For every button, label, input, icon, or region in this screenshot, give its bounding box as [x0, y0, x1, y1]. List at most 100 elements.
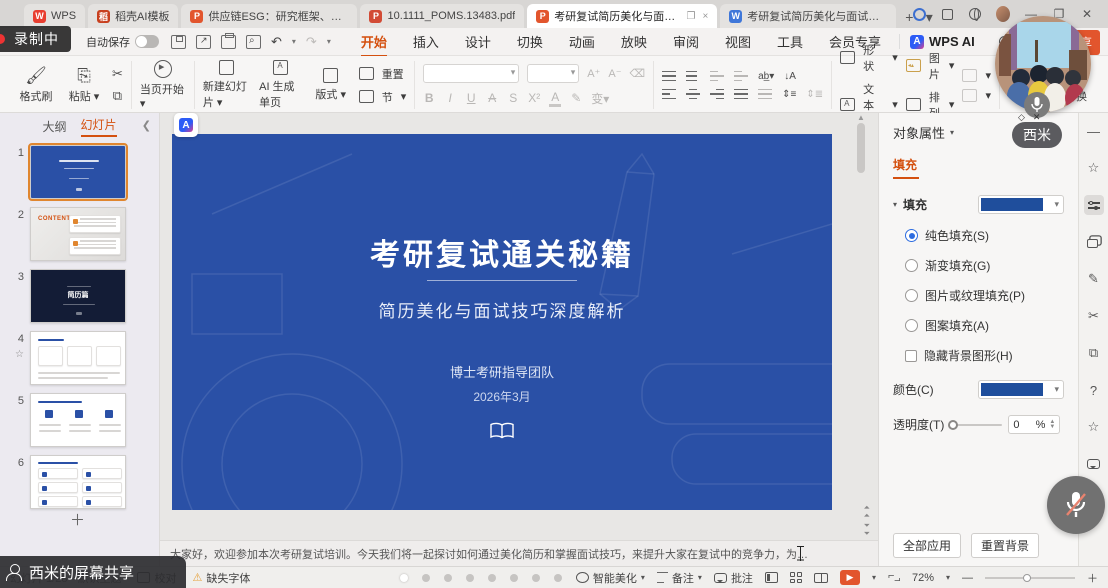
section-collapse-icon[interactable]: ▾ — [893, 200, 897, 209]
font-name-combo[interactable] — [423, 64, 519, 83]
mute-microphone-button[interactable] — [1047, 476, 1105, 534]
slide-sorter-icon[interactable] — [790, 572, 802, 583]
slide-date[interactable]: 2026年3月 — [172, 388, 832, 405]
zoom-knob[interactable] — [1023, 574, 1031, 582]
slide-thumbnail-4[interactable]: 4☆ — [6, 331, 151, 385]
reading-view-icon[interactable] — [814, 573, 828, 583]
smart-beautify-button[interactable]: 智能美化▾ — [576, 570, 645, 586]
scrollbar-thumb[interactable] — [857, 123, 865, 173]
reset-background-button[interactable]: 重置背景 — [971, 533, 1039, 558]
fullscreen-icon[interactable] — [888, 572, 900, 584]
zoom-slider[interactable] — [985, 577, 1075, 579]
tab-esg-ppt[interactable]: P 供应链ESG：研究框架、挑战与未来 — [181, 4, 357, 28]
wps-ai-button[interactable]: A WPS AI — [899, 34, 985, 49]
fill-tab[interactable]: 填充 — [893, 156, 919, 179]
vertical-text-icon[interactable]: ↓A — [784, 71, 796, 82]
menu-tools[interactable]: 工具 — [765, 28, 815, 55]
menu-design[interactable]: 设计 — [453, 28, 503, 55]
font-color-button[interactable]: A — [549, 90, 561, 107]
slide-subtitle[interactable]: 简历美化与面试技巧深度解析 — [172, 297, 832, 322]
distribute-icon[interactable] — [758, 89, 772, 100]
solid-fill-option[interactable]: 纯色填充(S) — [905, 227, 1078, 244]
tab-poms-pdf[interactable]: P 10.1111_POMS.13483.pdf — [360, 4, 524, 28]
star-icon[interactable]: ☆ — [1084, 158, 1104, 178]
redo-icon[interactable]: ↷ — [306, 34, 317, 50]
tab-word-doc[interactable]: W 考研复试简历美化与面试技巧培训 — [720, 4, 896, 28]
menu-view[interactable]: 视图 — [713, 28, 763, 55]
decrease-indent-icon[interactable] — [710, 71, 724, 82]
increase-font-icon[interactable]: A⁺ — [587, 67, 600, 80]
vertical-scrollbar[interactable]: ▲ — [856, 115, 866, 515]
pattern-fill-option[interactable]: 图案填充(A) — [905, 317, 1078, 334]
undo-dropdown[interactable]: ▾ — [292, 37, 296, 46]
gradient-fill-option[interactable]: 渐变填充(G) — [905, 257, 1078, 274]
increase-indent-icon[interactable] — [734, 71, 748, 82]
favorite-star-icon[interactable]: ☆ — [6, 349, 24, 360]
missing-font-warning[interactable]: ⚠ 缺失字体 — [192, 570, 250, 586]
toolbar-more-dropdown[interactable]: ▾ — [327, 37, 331, 46]
slide-thumbnail-6[interactable]: 6 — [6, 455, 151, 509]
next-slide-button[interactable]: ⏷⏷ — [864, 522, 870, 538]
font-size-combo[interactable] — [527, 64, 579, 83]
menu-slideshow[interactable]: 放映 — [609, 28, 659, 55]
undo-icon[interactable]: ↶ — [271, 34, 282, 50]
picture-button[interactable]: 图片 ▾ — [906, 50, 955, 82]
zoom-in-button[interactable]: ＋ — [1087, 570, 1098, 586]
tab-docer-templates[interactable]: 稻 稻壳AI模板 — [88, 4, 178, 28]
autosave-toggle[interactable] — [135, 35, 159, 48]
italic-button[interactable]: I — [444, 91, 456, 105]
slide-thumbnail-2[interactable]: 2 CONTENTS — [6, 207, 151, 261]
thumbnail-image-5[interactable] — [30, 393, 126, 447]
feedback-star-icon[interactable]: ☆ — [1084, 417, 1104, 437]
ai-generate-page-button[interactable]: AI 生成单页 — [259, 60, 303, 110]
layout-pane-icon[interactable]: ⧉ — [1084, 343, 1104, 363]
comment-icon[interactable] — [1084, 454, 1104, 474]
paste-button[interactable]: ⎘ 粘贴 ▾ — [64, 67, 104, 104]
notes-button[interactable]: 备注▾ — [657, 570, 702, 586]
print-icon[interactable] — [221, 35, 236, 49]
outline-tab[interactable]: 大纲 — [42, 118, 66, 135]
menu-home[interactable]: 开始 — [349, 28, 399, 55]
workspace-icon[interactable] — [940, 7, 954, 21]
menu-insert[interactable]: 插入 — [401, 28, 451, 55]
thumbnail-image-6[interactable] — [30, 455, 126, 509]
zoom-level[interactable]: 72% — [912, 572, 934, 584]
bullet-list-icon[interactable] — [662, 71, 676, 82]
menu-transition[interactable]: 切换 — [505, 28, 555, 55]
collapse-panel-icon[interactable]: — — [1084, 121, 1104, 141]
align-right-icon[interactable] — [710, 89, 724, 100]
tab-wps-home[interactable]: W WPS — [24, 4, 85, 28]
transparency-slider[interactable] — [950, 424, 1002, 426]
section-button[interactable]: 节 ▾ — [359, 89, 407, 105]
slides-tab[interactable]: 幻灯片 — [81, 116, 117, 137]
add-slide-button[interactable]: ＋ — [70, 509, 85, 530]
slide-thumbnail-1[interactable]: 1 — [6, 145, 151, 199]
shape-button[interactable]: 形状 ▾ — [840, 42, 898, 74]
layout-button[interactable]: 版式 ▾ — [311, 68, 351, 102]
tab-close-icon[interactable]: × — [702, 11, 708, 22]
help-icon[interactable]: ? — [1084, 380, 1104, 400]
current-slide[interactable]: 考研复试通关秘籍 简历美化与面试技巧深度解析 博士考研指导团队 2026年3月 — [172, 134, 832, 510]
menu-review[interactable]: 审阅 — [661, 28, 711, 55]
spinner-arrows[interactable]: ▲▼ — [1049, 420, 1055, 430]
scroll-up-icon[interactable]: ▲ — [857, 113, 865, 122]
slideshow-play-button[interactable]: ▶ — [840, 570, 860, 585]
align-left-icon[interactable] — [662, 89, 676, 100]
bold-button[interactable]: B — [423, 91, 435, 105]
wps-ai-float-icon[interactable]: A — [174, 113, 198, 137]
object-properties-icon[interactable] — [1084, 195, 1104, 215]
print-preview-icon[interactable] — [246, 35, 261, 49]
paragraph-spacing-icon[interactable]: ⇕≣ — [806, 89, 823, 100]
strikethrough-button[interactable]: A — [486, 91, 498, 105]
selection-pane-icon[interactable] — [1084, 232, 1104, 252]
slide-thumbnail-3[interactable]: 3 简历篇 — [6, 269, 151, 323]
cut-icon[interactable]: ✂ — [112, 66, 123, 82]
slide-thumbnail-5[interactable]: 5 — [6, 393, 151, 447]
fill-color-dropdown[interactable] — [978, 195, 1064, 214]
globe-icon[interactable] — [968, 7, 982, 21]
highlight-button[interactable]: ✎ — [570, 91, 582, 105]
apply-all-button[interactable]: 全部应用 — [893, 533, 961, 558]
close-button[interactable]: ✕ — [1080, 7, 1094, 21]
normal-view-icon[interactable] — [765, 572, 778, 583]
hide-background-checkbox[interactable]: 隐藏背景图形(H) — [905, 347, 1078, 364]
